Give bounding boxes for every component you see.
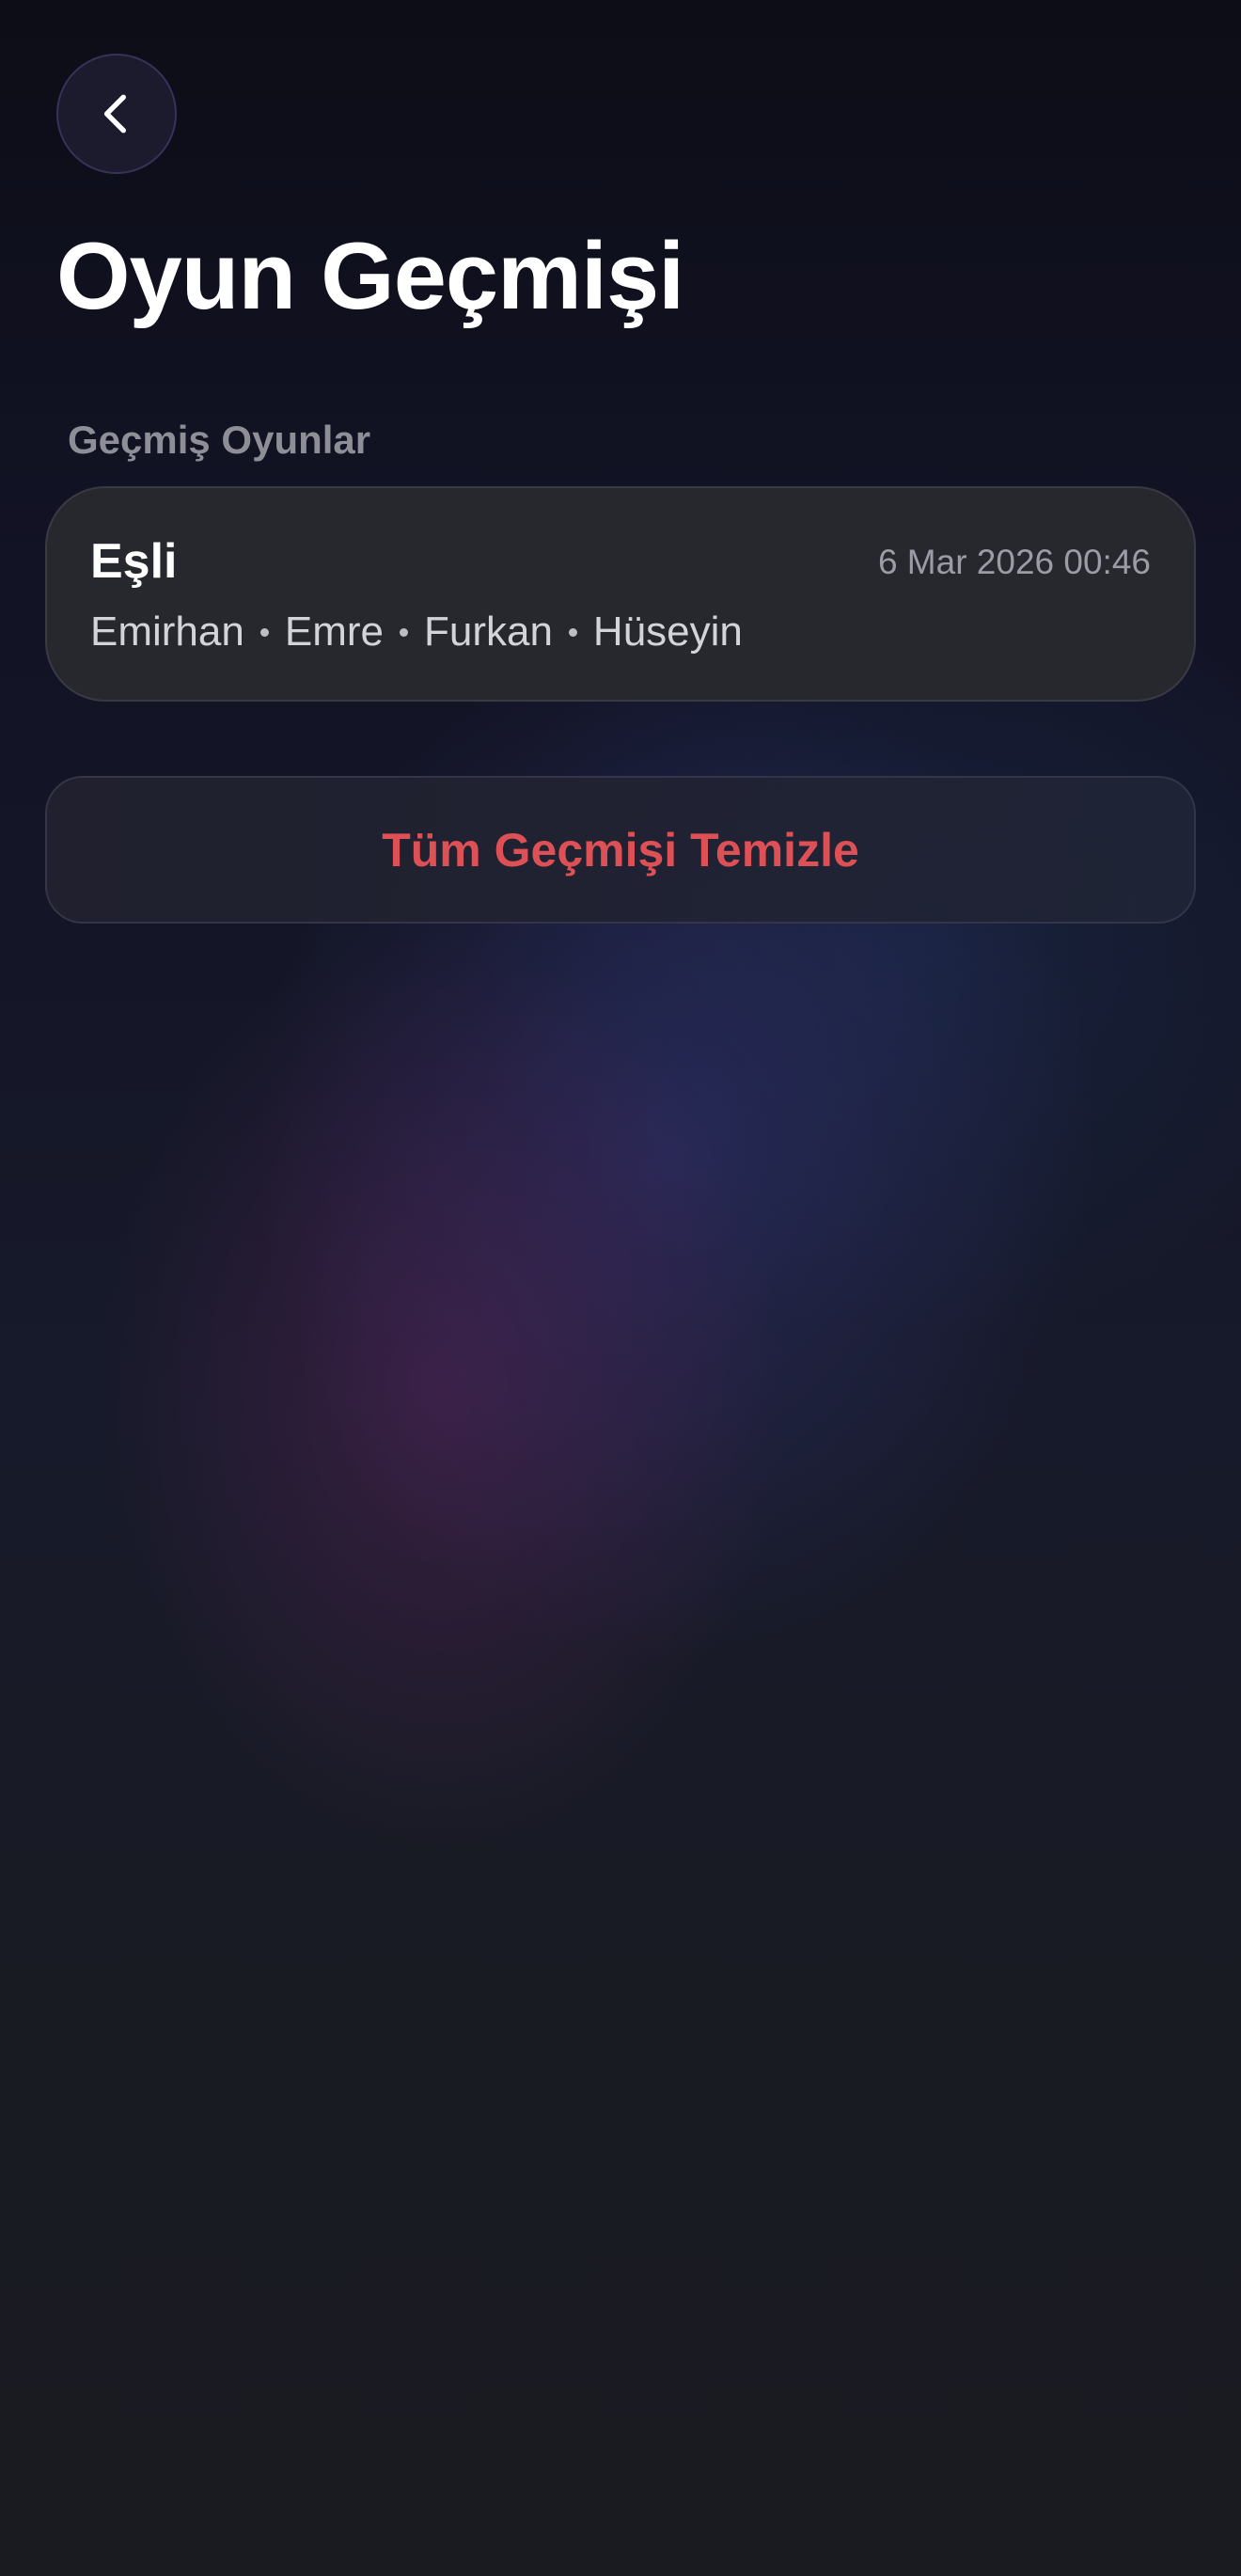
player-name: Emre [284,608,384,655]
clear-history-button[interactable]: Tüm Geçmişi Temizle [45,776,1196,924]
player-name: Emirhan [90,608,244,655]
separator-dot [399,627,408,637]
player-name: Hüseyin [592,608,743,655]
player-list: Emirhan Emre Furkan Hüseyin [90,608,743,656]
separator-dot [259,627,269,637]
game-date: 6 Mar 2026 00:46 [877,543,1151,581]
back-button[interactable] [56,54,177,174]
player-name: Furkan [423,608,553,655]
game-history-card[interactable]: Eşli 6 Mar 2026 00:46 Emirhan Emre Furka… [45,486,1196,702]
game-mode: Eşli [90,534,178,589]
page-title: Oyun Geçmişi [56,224,684,329]
chevron-left-icon [103,94,127,134]
section-label: Geçmiş Oyunlar [68,418,371,462]
background-gradient [0,0,1241,2576]
separator-dot [568,627,577,637]
